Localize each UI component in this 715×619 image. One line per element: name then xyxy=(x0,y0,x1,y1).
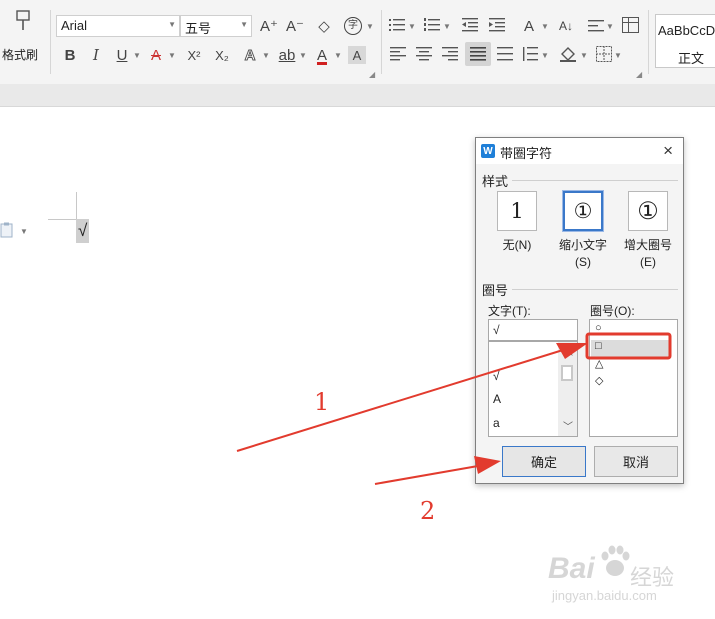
arrow-1-shaft xyxy=(236,349,564,452)
annotation-label-1: 1 xyxy=(314,388,330,416)
watermark-brand-text: Bai xyxy=(548,552,595,585)
annotation-overlay xyxy=(236,332,672,485)
annotation-label-2: 2 xyxy=(420,497,436,525)
watermark-brand: Bai xyxy=(548,552,595,586)
highlight-box xyxy=(585,332,672,360)
arrow-2-shaft xyxy=(374,465,479,485)
paw-logo-icon xyxy=(601,545,630,576)
watermark-url: jingyan.baidu.com xyxy=(552,588,657,603)
arrow-2-head xyxy=(474,456,501,474)
arrow-1-head xyxy=(556,343,588,359)
